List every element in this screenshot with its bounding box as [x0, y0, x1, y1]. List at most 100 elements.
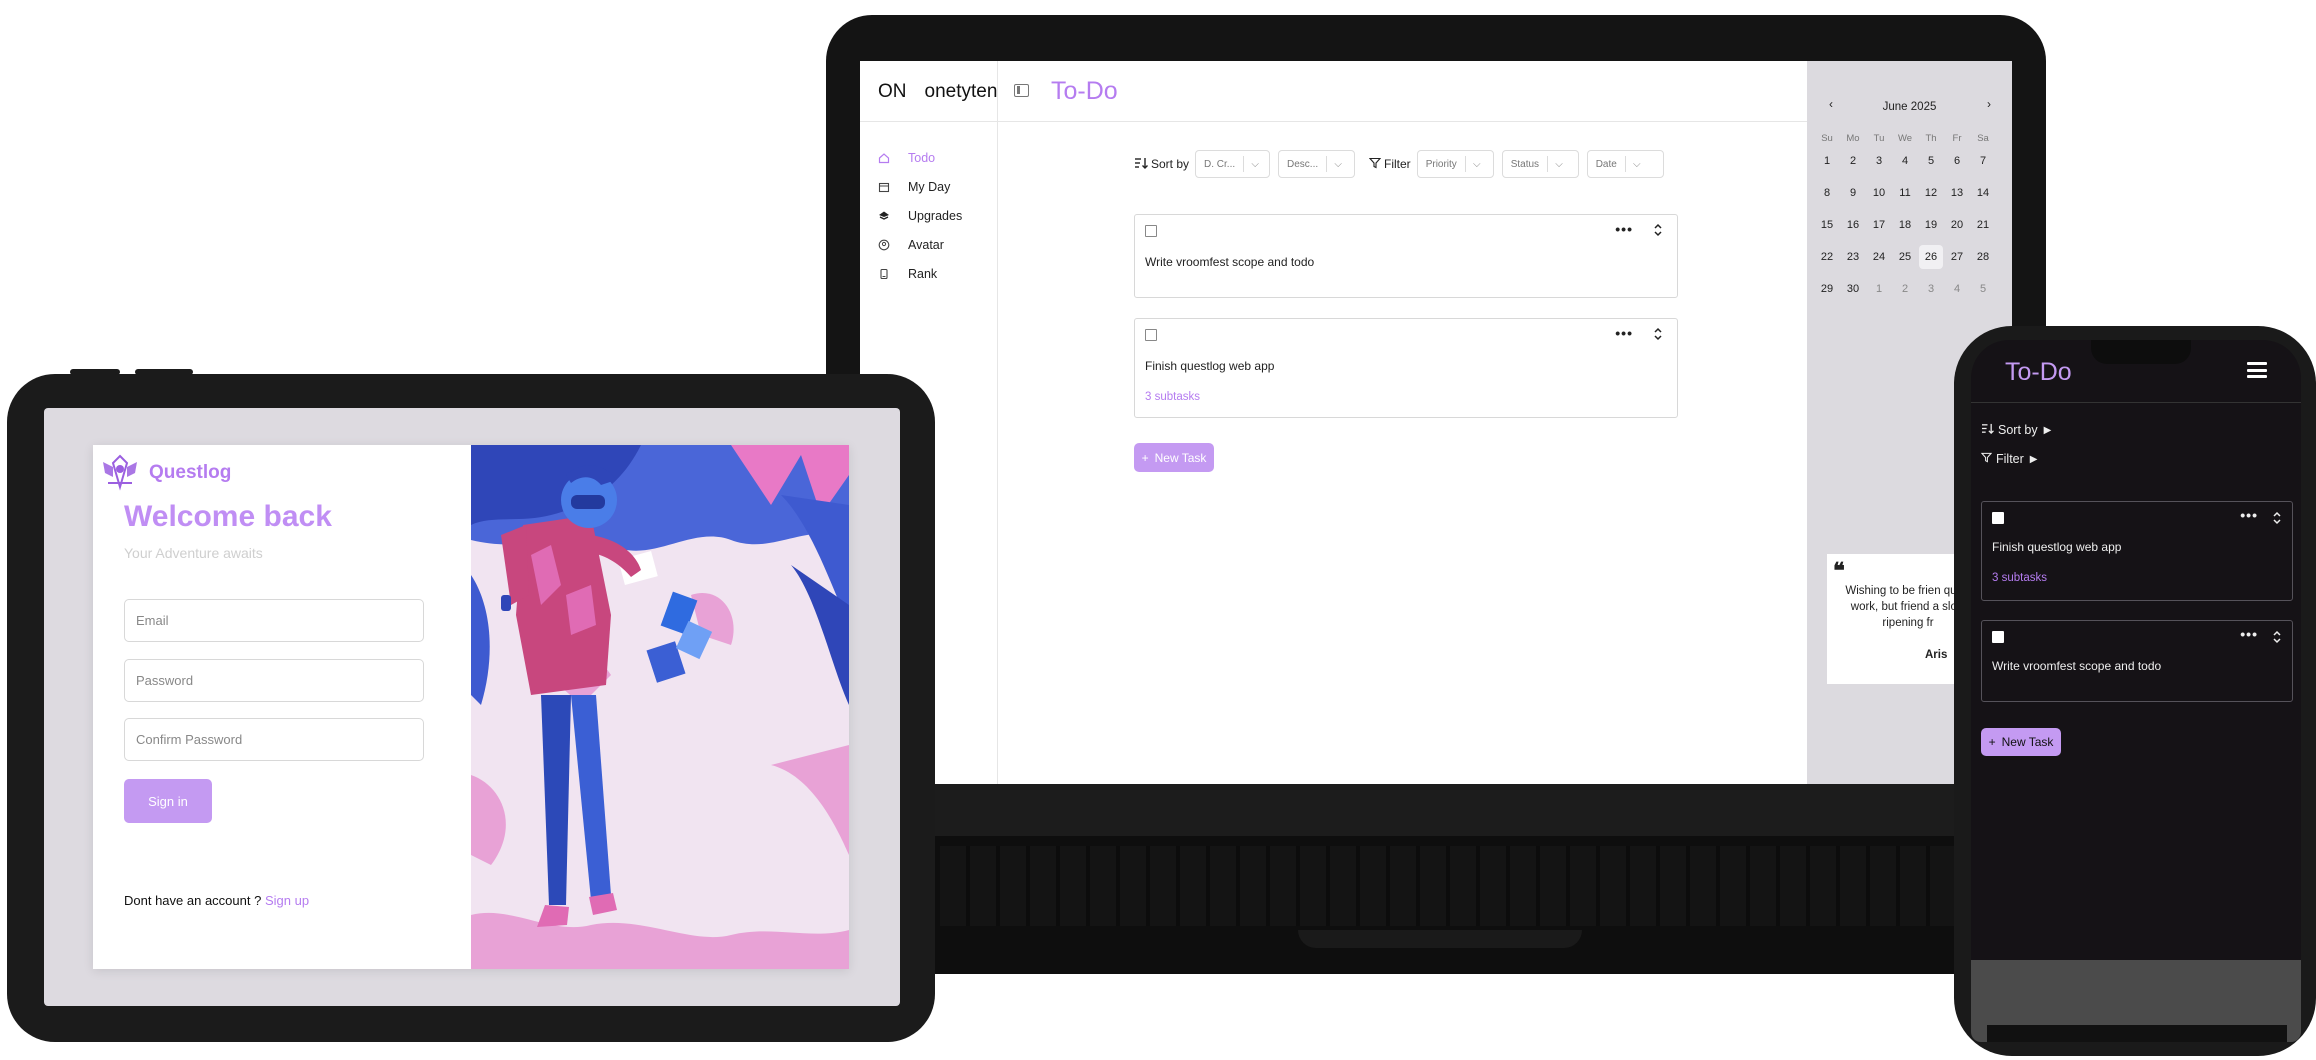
calendar-day-number: 6: [1953, 155, 1961, 167]
sidebar-item-todo[interactable]: Todo: [878, 143, 996, 172]
calendar-day[interactable]: 12: [1918, 179, 1944, 211]
filter-priority-select[interactable]: Priority ⌵: [1416, 150, 1494, 178]
task-checkbox[interactable]: [1992, 512, 2004, 524]
calendar-day[interactable]: 5: [1970, 275, 1996, 307]
email-field[interactable]: Email: [124, 599, 424, 642]
header-divider: [1971, 402, 2301, 403]
calendar-day[interactable]: 10: [1866, 179, 1892, 211]
logo-name: onetyten: [924, 81, 998, 102]
calendar-day[interactable]: 27: [1944, 243, 1970, 275]
calendar-day[interactable]: 22: [1814, 243, 1840, 275]
filter-date-select[interactable]: Date ⌵: [1586, 150, 1664, 178]
calendar-day[interactable]: 30: [1840, 275, 1866, 307]
sign-up-link[interactable]: Sign up: [265, 893, 309, 908]
bottom-bar: [1987, 1025, 2287, 1042]
task-card[interactable]: ••• Finish questlog web app 3 subtasks: [1981, 501, 2293, 601]
task-checkbox[interactable]: [1992, 631, 2004, 643]
calendar-day[interactable]: 20: [1944, 211, 1970, 243]
filter-priority-value: Priority: [1425, 158, 1457, 170]
calendar-day[interactable]: 1: [1814, 147, 1840, 179]
task-card[interactable]: ••• Write vroomfest scope and todo: [1981, 620, 2293, 702]
calendar-day-today[interactable]: 26: [1918, 243, 1944, 275]
more-options-icon[interactable]: •••: [1615, 221, 1633, 237]
calendar-day[interactable]: 18: [1892, 211, 1918, 243]
sidebar-item-upgrades[interactable]: Upgrades: [878, 201, 996, 230]
task-card[interactable]: ••• Finish questlog web app 3 subtasks: [1134, 318, 1678, 418]
calendar-day[interactable]: 4: [1892, 147, 1918, 179]
calendar-day[interactable]: 19: [1918, 211, 1944, 243]
calendar-day[interactable]: 4: [1944, 275, 1970, 307]
calendar-icon: [878, 181, 890, 193]
more-options-icon[interactable]: •••: [2240, 626, 2258, 642]
calendar-day[interactable]: 17: [1866, 211, 1892, 243]
calendar-day[interactable]: 14: [1970, 179, 1996, 211]
subtasks-link[interactable]: 3 subtasks: [1145, 391, 1200, 403]
expand-collapse-icon[interactable]: [1653, 223, 1663, 237]
expand-collapse-icon[interactable]: [1653, 327, 1663, 341]
calendar-day[interactable]: 16: [1840, 211, 1866, 243]
calendar-day[interactable]: 6: [1944, 147, 1970, 179]
hamburger-menu-icon[interactable]: [2247, 362, 2267, 378]
new-task-button[interactable]: + New Task: [1134, 443, 1214, 472]
sidebar-item-avatar[interactable]: Avatar: [878, 230, 996, 259]
calendar-day[interactable]: 21: [1970, 211, 1996, 243]
sidebar-item-my-day[interactable]: My Day: [878, 172, 996, 201]
more-options-icon[interactable]: •••: [2240, 507, 2258, 523]
page-title: To-Do: [2005, 358, 2072, 386]
sort-toggle[interactable]: Sort by ▶: [1981, 423, 2051, 437]
sidebar-toggle-icon[interactable]: [1014, 84, 1029, 97]
calendar-day-number: 1: [1875, 283, 1883, 295]
calendar-day[interactable]: 11: [1892, 179, 1918, 211]
filter-status-select[interactable]: Status ⌵: [1501, 150, 1579, 178]
home-icon: [878, 152, 890, 164]
calendar-day[interactable]: 1: [1866, 275, 1892, 307]
chevron-down-icon: ⌵: [1547, 156, 1570, 172]
new-task-button[interactable]: + New Task: [1981, 728, 2061, 756]
calendar-day[interactable]: 23: [1840, 243, 1866, 275]
sign-in-button[interactable]: Sign in: [124, 779, 212, 823]
calendar-day[interactable]: 24: [1866, 243, 1892, 275]
subtasks-link[interactable]: 3 subtasks: [1992, 572, 2047, 584]
calendar-day[interactable]: 2: [1892, 275, 1918, 307]
calendar-day[interactable]: 7: [1970, 147, 1996, 179]
calendar-day-number: 15: [1820, 219, 1834, 231]
laptop-screen: ON onetyten Todo My Day Upgrades Avatar …: [860, 61, 2012, 784]
confirm-password-field[interactable]: Confirm Password: [124, 718, 424, 761]
sidebar-item-rank[interactable]: Rank: [878, 259, 996, 288]
calendar-day[interactable]: 5: [1918, 147, 1944, 179]
filter-toggle[interactable]: Filter ▶: [1980, 452, 2037, 466]
sort-field-select[interactable]: D. Cr... ⌵: [1195, 150, 1271, 178]
calendar-day[interactable]: 3: [1918, 275, 1944, 307]
app-logo[interactable]: ON onetyten: [878, 81, 997, 103]
laptop-notch: [1298, 930, 1582, 948]
expand-collapse-icon[interactable]: [2272, 630, 2282, 644]
calendar-day[interactable]: 2: [1840, 147, 1866, 179]
filter-icon: [1368, 157, 1382, 172]
calendar-day[interactable]: 13: [1944, 179, 1970, 211]
more-options-icon[interactable]: •••: [1615, 325, 1633, 341]
filter-label-text: Filter: [1384, 157, 1411, 171]
calendar-day[interactable]: 28: [1970, 243, 1996, 275]
calendar-day-number: 22: [1820, 251, 1834, 263]
task-card[interactable]: ••• Write vroomfest scope and todo: [1134, 214, 1678, 298]
calendar-day[interactable]: 9: [1840, 179, 1866, 211]
password-field[interactable]: Password: [124, 659, 424, 702]
laptop-keyboard: [940, 846, 1980, 926]
chevron-down-icon: ⌵: [1464, 156, 1488, 172]
calendar-day[interactable]: 25: [1892, 243, 1918, 275]
brand-name: Questlog: [149, 462, 232, 483]
quote-icon: ❝: [1833, 558, 1845, 584]
calendar-day[interactable]: 3: [1866, 147, 1892, 179]
task-checkbox[interactable]: [1145, 329, 1157, 341]
sort-icon: [1981, 423, 1994, 437]
caret-right-icon: ▶: [2043, 424, 2052, 436]
calendar-day[interactable]: 29: [1814, 275, 1840, 307]
filter-label: Filter: [1368, 157, 1411, 172]
calendar-day[interactable]: 15: [1814, 211, 1840, 243]
tablet-screen: Questlog Welcome back Your Adventure awa…: [44, 408, 900, 1006]
task-checkbox[interactable]: [1145, 225, 1157, 237]
calendar-day[interactable]: 8: [1814, 179, 1840, 211]
sort-order-select[interactable]: Desc... ⌵: [1278, 150, 1356, 178]
expand-collapse-icon[interactable]: [2272, 511, 2282, 525]
sidebar-item-label: Upgrades: [908, 208, 963, 223]
